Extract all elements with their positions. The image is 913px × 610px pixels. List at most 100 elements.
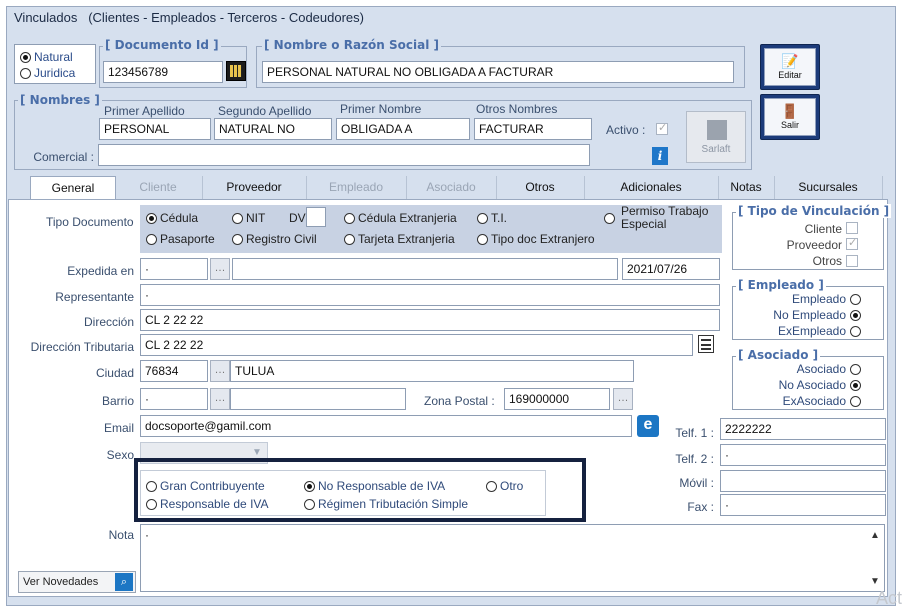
segundo-apellido-input[interactable]: NATURAL NO	[214, 118, 332, 140]
exit-door-icon: 🚪	[781, 103, 799, 119]
ciudad-name-input[interactable]: TULUA	[230, 360, 634, 382]
tab-notas[interactable]: Notas	[718, 176, 775, 199]
radio-ti[interactable]: T.I.	[477, 211, 507, 225]
tab-otros[interactable]: Otros	[496, 176, 585, 199]
representante-label: Representante	[55, 290, 134, 304]
activo-label: Activo :	[606, 123, 646, 137]
sarlaft-icon	[707, 120, 727, 140]
vinculacion-group-title: [ Tipo de Vinculación ]	[736, 204, 892, 218]
radio-pasaporte[interactable]: Pasaporte	[146, 232, 215, 246]
email-label: Email	[103, 421, 134, 435]
primer-apellido-label: Primer Apellido	[104, 104, 185, 118]
primer-nombre-label: Primer Nombre	[340, 102, 422, 116]
segundo-apellido-label: Segundo Apellido	[218, 104, 312, 118]
zona-postal-lookup-button[interactable]: …	[613, 388, 633, 410]
tab-bar: General Cliente Proveedor Empleado Asoci…	[30, 176, 885, 201]
telf1-label: Telf. 1 :	[675, 426, 714, 440]
direccion-label: Dirección	[83, 315, 134, 329]
expedida-code-input[interactable]: ·	[140, 258, 208, 280]
tab-adicionales[interactable]: Adicionales	[584, 176, 719, 199]
tipo-documento-label: Tipo Documento	[46, 215, 134, 229]
ciudad-lookup-button[interactable]: …	[210, 360, 230, 382]
tab-general[interactable]: General	[30, 176, 116, 201]
documento-input[interactable]: 123456789	[103, 61, 223, 83]
info-icon[interactable]: i	[652, 147, 668, 165]
radio-tarjeta-extranjeria[interactable]: Tarjeta Extranjeria	[344, 232, 455, 246]
ciudad-code-input[interactable]: 76834	[140, 360, 208, 382]
asociado-label: Asociado	[796, 362, 846, 376]
scroll-up-icon[interactable]: ▲	[870, 530, 880, 541]
radio-asociado[interactable]	[850, 362, 864, 376]
nota-textarea[interactable]: ·	[140, 524, 885, 592]
cliente-label: Cliente	[804, 222, 842, 236]
nota-label: Nota	[108, 528, 134, 542]
otros-nombres-input[interactable]: FACTURAR	[474, 118, 592, 140]
otros-nombres-label: Otros Nombres	[476, 102, 558, 116]
radio-juridica[interactable]: Juridica	[20, 66, 75, 80]
razon-social-input[interactable]: PERSONAL NATURAL NO OBLIGADA A FACTURAR	[262, 61, 734, 83]
movil-input[interactable]	[720, 470, 886, 492]
telf2-label: Telf. 2 :	[675, 452, 714, 466]
sexo-label: Sexo	[106, 448, 134, 462]
tab-proveedor[interactable]: Proveedor	[202, 176, 307, 199]
comercial-input[interactable]	[98, 144, 590, 166]
cliente-checkbox[interactable]	[846, 221, 858, 235]
salir-button[interactable]: 🚪 Salir	[760, 94, 820, 140]
radio-cedula[interactable]: Cédula	[146, 211, 198, 225]
editar-button[interactable]: 📝 Editar	[760, 44, 820, 90]
sarlaft-button[interactable]: Sarlaft	[686, 111, 746, 163]
tab-empleado[interactable]: Empleado	[306, 176, 407, 199]
barrio-name-input[interactable]	[230, 388, 406, 410]
radio-tipo-doc-extranjero[interactable]: Tipo doc Extranjero	[477, 232, 595, 246]
otros-checkbox[interactable]	[846, 254, 858, 268]
calculator-icon[interactable]	[226, 61, 246, 81]
radio-registro-civil[interactable]: Registro Civil	[232, 232, 317, 246]
primer-apellido-input[interactable]: PERSONAL	[99, 118, 211, 140]
expedida-lookup-button[interactable]: …	[210, 258, 230, 280]
direccion-input[interactable]: CL 2 22 22	[140, 309, 720, 331]
email-input[interactable]: docsoporte@gamil.com	[140, 415, 632, 437]
proveedor-checkbox[interactable]	[846, 236, 858, 251]
barrio-label: Barrio	[101, 394, 134, 408]
telf1-input[interactable]: 2222222	[720, 418, 886, 440]
fax-label: Fax :	[687, 500, 714, 514]
dv-input[interactable]	[306, 207, 326, 227]
empleado-group-title: [ Empleado ]	[736, 278, 826, 292]
tab-sucursales[interactable]: Sucursales	[774, 176, 883, 199]
nombres-group-title: [ Nombres ]	[18, 93, 102, 107]
document-icon[interactable]	[698, 335, 714, 353]
radio-ex-empleado[interactable]	[850, 324, 864, 338]
expedida-name-input[interactable]	[232, 258, 618, 280]
asociado-group-title: [ Asociado ]	[736, 348, 821, 362]
barrio-code-input[interactable]: ·	[140, 388, 208, 410]
telf2-input[interactable]: ·	[720, 444, 886, 466]
proveedor-label: Proveedor	[786, 238, 842, 252]
scroll-down-icon[interactable]: ▼	[870, 576, 880, 587]
radio-empleado[interactable]	[850, 292, 864, 306]
tab-asociado[interactable]: Asociado	[406, 176, 497, 199]
radio-natural[interactable]: Natural	[20, 50, 73, 64]
documento-group-title: [ Documento Id ]	[103, 38, 221, 52]
fax-input[interactable]: ·	[720, 494, 886, 516]
razon-social-group-title: [ Nombre o Razón Social ]	[262, 38, 441, 52]
primer-nombre-input[interactable]: OBLIGADA A	[336, 118, 470, 140]
barrio-lookup-button[interactable]: …	[210, 388, 230, 410]
radio-no-empleado[interactable]	[850, 308, 864, 322]
radio-nit[interactable]: NIT	[232, 211, 265, 225]
radio-no-asociado[interactable]	[850, 378, 864, 392]
radio-permiso[interactable]	[604, 211, 618, 225]
expedida-date-input[interactable]: 2021/07/26	[622, 258, 720, 280]
activo-checkbox[interactable]	[656, 121, 668, 136]
tab-cliente[interactable]: Cliente	[114, 176, 203, 199]
radio-cedula-extranjeria[interactable]: Cédula Extranjeria	[344, 211, 457, 225]
empleado-label: Empleado	[791, 292, 846, 306]
ver-novedades-button[interactable]: Ver Novedades ⌕	[18, 571, 136, 593]
no-asociado-label: No Asociado	[778, 378, 846, 392]
zona-postal-input[interactable]: 169000000	[504, 388, 610, 410]
representante-input[interactable]: ·	[140, 284, 720, 306]
radio-ex-asociado[interactable]	[850, 394, 864, 408]
ex-empleado-label: ExEmpleado	[777, 324, 846, 338]
dv-label: DV	[289, 211, 306, 225]
direccion-tributaria-input[interactable]: CL 2 22 22	[140, 334, 693, 356]
otros-label: Otros	[812, 254, 842, 268]
